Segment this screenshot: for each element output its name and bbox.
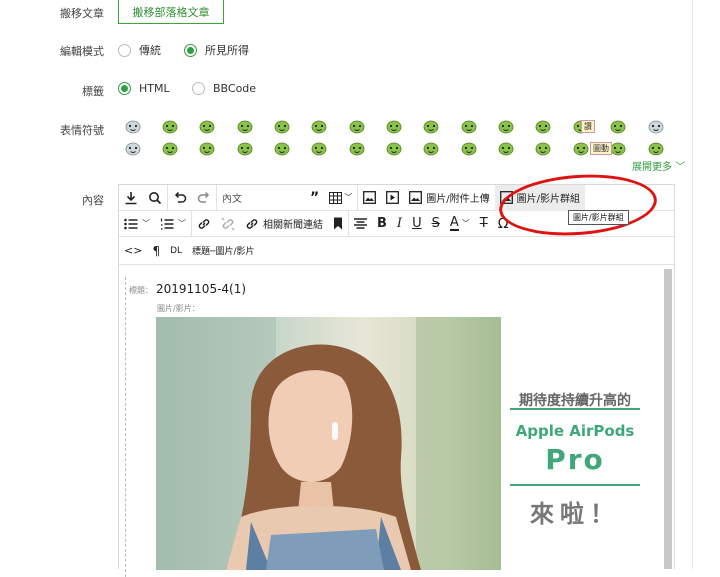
banner-line-4-text: 來啦！: [530, 500, 620, 528]
emoji-icon[interactable]: [383, 117, 405, 135]
bold-button[interactable]: B: [372, 211, 392, 237]
mode-wysiwyg-radio[interactable]: 所見所得: [184, 42, 249, 58]
content-label: 內容: [82, 194, 104, 207]
emoji-icon[interactable]: [122, 117, 144, 135]
title-image-video-button[interactable]: 標題─圖片/影片: [187, 238, 259, 264]
tag-html-text: HTML: [139, 82, 170, 95]
toolbar-row-3: <> ¶ DL 標題─圖片/影片: [119, 237, 674, 265]
redo-icon[interactable]: [192, 185, 216, 211]
emoji-icon[interactable]: [159, 139, 181, 157]
banner-line-1-text: 期待度持續升高的: [519, 393, 631, 409]
attach-upload-text: 圖片/附件上傳: [426, 194, 490, 205]
underline-button[interactable]: U: [407, 211, 427, 237]
mode-traditional-text: 傳統: [139, 44, 161, 57]
emoji-icon[interactable]: [645, 117, 667, 135]
emoji-icon[interactable]: [234, 139, 256, 157]
emoji-icon[interactable]: [234, 117, 256, 135]
news-link-button[interactable]: 相關新聞連結: [240, 211, 328, 237]
attach-upload-button[interactable]: 圖片/附件上傳: [404, 185, 494, 211]
image-video-group-tooltip: 圖片/影片群組: [568, 210, 629, 225]
editor-scrollbar[interactable]: [664, 269, 672, 569]
emoji-icon[interactable]: [570, 139, 592, 157]
quote-icon[interactable]: ”: [305, 185, 324, 211]
format-select[interactable]: 內文: [217, 185, 305, 211]
numbered-list-icon[interactable]: ﹀: [155, 211, 191, 237]
tag-label: 標籤: [82, 85, 104, 98]
emoji-tag-animated: 圖動: [590, 142, 612, 155]
block-guide-line: [125, 277, 126, 577]
emoji-icon[interactable]: [645, 139, 667, 157]
tag-html-radio[interactable]: HTML: [118, 82, 170, 95]
editor-content-area[interactable]: 標題： 20191105-4(1) 圖片/影片： 期待度持續升高的 期待度持續升…: [119, 265, 674, 577]
source-code-icon[interactable]: <>: [119, 238, 147, 264]
expand-more-link[interactable]: 展開更多 ﹀: [632, 158, 685, 173]
title-field-label: 標題：: [129, 286, 153, 295]
radio-circle: [192, 82, 205, 95]
banner-divider: [510, 484, 640, 486]
emoji-icon[interactable]: [383, 139, 405, 157]
radio-circle: [118, 43, 131, 57]
image-video-field-label: 圖片/影片：: [157, 304, 200, 313]
title-field-value[interactable]: 20191105-4(1): [156, 282, 246, 296]
unlink-icon[interactable]: [216, 211, 240, 237]
emoji-icon[interactable]: [458, 117, 480, 135]
emoji-icon[interactable]: [196, 139, 218, 157]
image-icon[interactable]: [358, 185, 381, 211]
format-select-value: 內文: [222, 194, 242, 205]
emoji-icon[interactable]: [495, 139, 517, 157]
emoji-icon[interactable]: [420, 139, 442, 157]
emoji-icon[interactable]: [346, 139, 368, 157]
move-blog-article-button[interactable]: 搬移部落格文章: [118, 0, 224, 24]
emoji-icon[interactable]: [346, 117, 368, 135]
photo-illustration: [156, 317, 501, 570]
emoji-icon[interactable]: [122, 139, 144, 157]
search-icon[interactable]: [143, 185, 167, 211]
tag-bbcode-radio[interactable]: BBCode: [192, 82, 256, 95]
emoji-icon[interactable]: [495, 117, 517, 135]
banner-line-2-text: Apple AirPods: [515, 422, 635, 440]
emoji-icon[interactable]: [420, 117, 442, 135]
tag-bbcode-text: BBCode: [213, 82, 257, 95]
emoji-icon[interactable]: [271, 139, 293, 157]
video-icon[interactable]: [381, 185, 404, 211]
italic-button[interactable]: I: [392, 211, 407, 237]
download-icon[interactable]: [119, 185, 143, 211]
mode-wysiwyg-text: 所見所得: [205, 44, 249, 57]
emoji-icon[interactable]: [196, 117, 218, 135]
news-link-text: 相關新聞連結: [263, 220, 323, 231]
banner-divider: [510, 408, 640, 410]
align-icon[interactable]: [349, 211, 372, 237]
emoji-icon[interactable]: [607, 117, 629, 135]
radio-circle-selected: [184, 43, 197, 57]
radio-circle-selected: [118, 82, 131, 95]
move-article-label: 搬移文章: [60, 7, 104, 20]
banner-line-3-text: Pro: [545, 443, 605, 476]
content-photo[interactable]: 期待度持續升高的: [156, 317, 501, 570]
emoji-icon[interactable]: [308, 139, 330, 157]
bullet-list-icon[interactable]: ﹀: [119, 211, 155, 237]
paragraph-icon[interactable]: ¶: [147, 238, 165, 264]
emoji-icon[interactable]: [532, 139, 554, 157]
strikethrough-button[interactable]: S: [427, 211, 445, 237]
emoji-icon[interactable]: [458, 139, 480, 157]
emoji-icon[interactable]: [532, 117, 554, 135]
bookmark-icon[interactable]: [328, 211, 348, 237]
table-icon[interactable]: ﹀: [324, 185, 357, 211]
edit-mode-label: 編輯模式: [60, 45, 104, 58]
emoji-icon[interactable]: [308, 117, 330, 135]
emoji-icon[interactable]: [159, 117, 181, 135]
clear-format-icon[interactable]: T: [475, 211, 493, 237]
emoji-label: 表情符號: [60, 124, 104, 137]
emoji-tag-like: 讚: [581, 120, 595, 133]
rich-text-editor: 內文 ” ﹀ 圖片/附件上傳 圖片/影片群組 ﹀ ﹀ 相關新聞連結 B I U …: [118, 184, 675, 577]
page-right-border: [692, 0, 693, 569]
undo-icon[interactable]: [168, 185, 192, 211]
emoji-icon[interactable]: [271, 117, 293, 135]
link-icon[interactable]: [192, 211, 216, 237]
font-color-button[interactable]: A ﹀: [445, 211, 475, 237]
dl-button[interactable]: DL: [165, 238, 187, 264]
mode-traditional-radio[interactable]: 傳統: [118, 42, 161, 58]
